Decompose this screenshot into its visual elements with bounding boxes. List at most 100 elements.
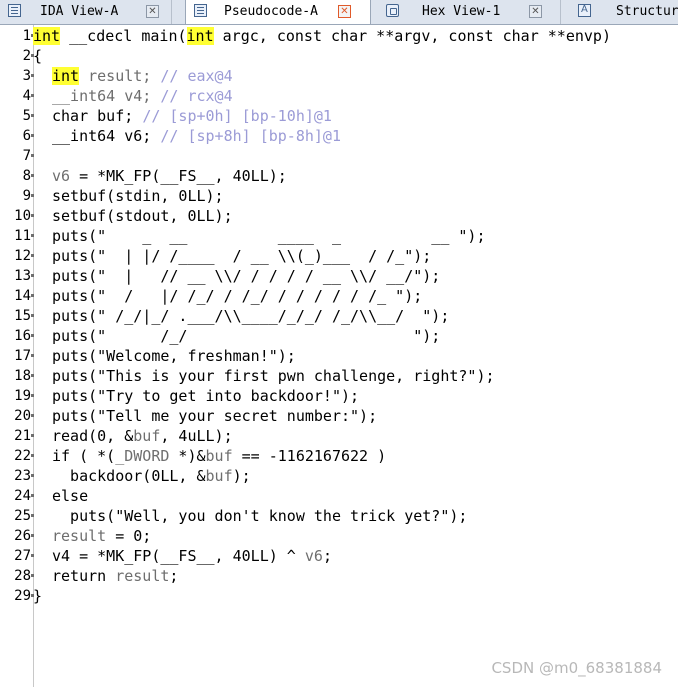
code-line[interactable]: 22 if ( *(_DWORD *)&buf == -1162167622 ) [0,446,678,466]
tab-label: IDA View-A [40,4,119,19]
code-line[interactable]: 8 v6 = *MK_FP(__FS__, 40LL); [0,166,678,186]
code-line[interactable]: 15 puts(" /_/|_/ .___/\\____/_/_/ /_/\\__… [0,306,678,326]
line-number: 3 [0,66,34,86]
code-line[interactable]: 20 puts("Tell me your secret number:"); [0,406,678,426]
code-line[interactable]: 2{ [0,46,678,66]
code-line[interactable]: 6 __int64 v6; // [sp+8h] [bp-8h]@1 [0,126,678,146]
tab-pseudocode-a[interactable]: Pseudocode-A ✕ [185,0,371,24]
code-line[interactable]: 29} [0,586,678,606]
line-number: 11 [0,226,34,246]
variable-name: result [52,527,107,545]
code-line[interactable]: 10 setbuf(stdout, 0LL); [0,206,678,226]
type-name: _DWORD [115,447,170,465]
code-line[interactable]: 27 v4 = *MK_FP(__FS__, 40LL) ^ v6; [0,546,678,566]
code-text: puts(" /_/ "); [52,327,441,345]
line-number: 4 [0,86,34,106]
code-text: puts(" | // __ \\/ / / / / __ \\/ __/"); [52,267,441,285]
code-text: ; [322,547,332,565]
code-text: __int64 v4; [52,87,161,105]
code-text: read(0, & [52,427,134,445]
line-number: 24 [0,486,34,506]
line-number: 21 [0,426,34,446]
line-number: 20 [0,406,34,426]
line-number: 9 [0,186,34,206]
code-line[interactable]: 12 puts(" | |/ /____ / __ \\(_)___ / /_")… [0,246,678,266]
code-text: ); [232,467,251,485]
code-line[interactable]: 28 return result; [0,566,678,586]
code-text: backdoor(0LL, & [52,467,206,485]
line-number: 13 [0,266,34,286]
code-line[interactable]: 18 puts("This is your first pwn challenge… [0,366,678,386]
line-number: 10 [0,206,34,226]
code-text: setbuf(stdout, 0LL); [52,207,233,225]
tab-ida-view-a[interactable]: IDA View-A ✕ [0,0,172,24]
line-number: 14 [0,286,34,306]
line-number: 8 [0,166,34,186]
line-number: 18 [0,366,34,386]
code-text: if ( *( [52,447,116,465]
code-text: return [52,567,116,585]
line-number: 19 [0,386,34,406]
watermark: CSDN @m0_68381884 [491,659,662,677]
code-line[interactable]: 14 puts(" / |/ /_/ / /_/ / / / / / /_ "); [0,286,678,306]
close-icon[interactable]: ✕ [529,5,542,18]
code-text: puts(" /_/|_/ .___/\\____/_/_/ /_/\\__/ … [52,307,450,325]
code-line[interactable]: 17 puts("Welcome, freshman!"); [0,346,678,366]
code-line[interactable]: 11 puts(" _ __ ____ _ __ "); [0,226,678,246]
keyword-highlight[interactable]: int [33,27,61,45]
code-text: puts(" _ __ ____ _ __ "); [52,227,486,245]
code-text: { [33,47,43,65]
code-text: ; [169,567,179,585]
code-line[interactable]: 26 result = 0; [0,526,678,546]
code-text: *)& [169,447,206,465]
code-text: setbuf(stdin, 0LL); [52,187,224,205]
code-text: __int64 v6; [52,127,161,145]
code-line[interactable]: 25 puts("Well, you don't know the trick … [0,506,678,526]
hex-view-icon [386,4,399,17]
code-text: puts(" / |/ /_/ / /_/ / / / / / /_ "); [52,287,423,305]
line-number: 25 [0,506,34,526]
code-text: v4 = *MK_FP(__FS__, 40LL) ^ [52,547,305,565]
code-text: __cdecl main( [60,27,187,45]
code-line[interactable]: 3 int result; // eax@4 [0,66,678,86]
line-number: 27 [0,546,34,566]
tab-hex-view-1[interactable]: Hex View-1 ✕ [378,0,561,24]
line-number: 6 [0,126,34,146]
code-text: argc, const char **argv, const char **en… [213,27,611,45]
code-line[interactable]: 19 puts("Try to get into backdoor!"); [0,386,678,406]
code-line[interactable]: 23 backdoor(0LL, &buf); [0,466,678,486]
line-number: 17 [0,346,34,366]
keyword-highlight[interactable]: int [52,67,80,85]
tab-label: Hex View-1 [422,4,501,19]
close-icon[interactable]: ✕ [146,5,159,18]
line-number: 1 [0,26,34,46]
variable-name: result [115,567,170,585]
pseudocode-view[interactable]: 1 int __cdecl main(int argc, const char *… [0,25,678,687]
line-number: 29 [0,586,34,606]
variable-name: result; [79,67,161,85]
code-line[interactable]: 5 char buf; // [sp+0h] [bp-10h]@1 [0,106,678,126]
code-line[interactable]: 1 int __cdecl main(int argc, const char *… [0,26,678,46]
graph-view-icon [8,4,21,17]
code-line[interactable]: 24 else [0,486,678,506]
tab-label: Structur [616,4,678,19]
code-text: puts("This is your first pwn challenge, … [52,367,495,385]
line-number: 15 [0,306,34,326]
line-number: 16 [0,326,34,346]
code-line[interactable]: 9 setbuf(stdin, 0LL); [0,186,678,206]
code-text: puts("Welcome, freshman!"); [52,347,296,365]
code-text: puts(" | |/ /____ / __ \\(_)___ / /_"); [52,247,432,265]
code-line[interactable]: 21 read(0, &buf, 4uLL); [0,426,678,446]
tab-structures[interactable]: Structur [570,0,678,24]
keyword-highlight[interactable]: int [186,27,214,45]
variable-name: v6 [304,547,323,565]
line-number: 7 [0,146,34,166]
close-icon[interactable]: ✕ [338,5,351,18]
code-text: , 4uLL); [160,427,233,445]
code-line[interactable]: 13 puts(" | // __ \\/ / / / / __ \\/ __/"… [0,266,678,286]
code-line[interactable]: 4 __int64 v4; // rcx@4 [0,86,678,106]
code-comment: // rcx@4 [160,87,233,105]
code-line[interactable]: 7 [0,146,678,166]
code-text: puts("Tell me your secret number:"); [52,407,378,425]
code-line[interactable]: 16 puts(" /_/ "); [0,326,678,346]
